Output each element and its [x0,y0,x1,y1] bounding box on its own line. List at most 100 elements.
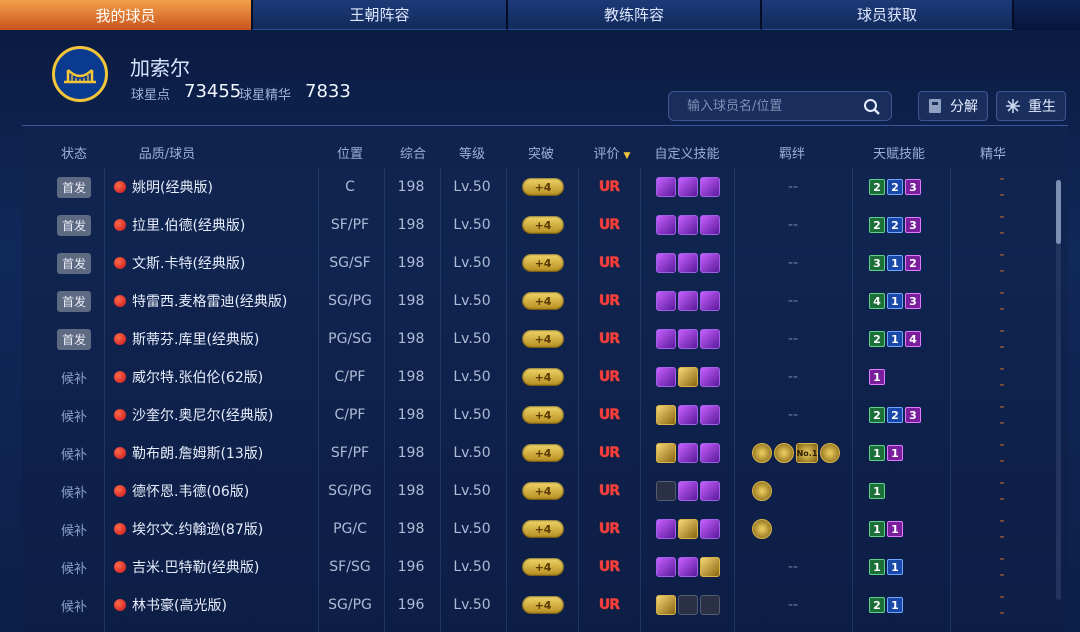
talent-level-badge[interactable]: 1 [869,369,885,385]
column-header-essence[interactable]: 精华 [980,143,1006,162]
skill-icon[interactable] [678,253,698,273]
talent-level-badge[interactable]: 2 [869,331,885,347]
bond-icon[interactable] [774,443,794,463]
player-name-cell[interactable]: 林书豪(高光版) [114,586,227,624]
empty-skill-slot-icon[interactable] [656,481,676,501]
tab-dynasty-lineup[interactable]: 王朝阵容 [253,0,508,30]
skill-icon[interactable] [656,291,676,311]
column-header-quality-player[interactable]: 品质/球员 [139,143,195,162]
table-row[interactable]: 候补 吉米.巴特勒(经典版) SF/SG 196 Lv.50 +4 UR -- 1 1 -- [0,548,1005,586]
column-header-rating[interactable]: 评价 ▼ [594,143,631,162]
talent-level-badge[interactable]: 3 [905,179,921,195]
table-row[interactable]: 首发 斯蒂芬.库里(经典版) PG/SG 198 Lv.50 +4 UR -- 2 1 4 -- [0,320,1005,358]
player-name-cell[interactable]: 姚明(经典版) [114,168,213,206]
skill-icon[interactable] [700,291,720,311]
player-name-cell[interactable]: 德怀恩.韦德(06版) [114,472,249,510]
skill-icon[interactable] [700,215,720,235]
talent-level-badge[interactable]: 1 [887,445,903,461]
empty-skill-slot-icon[interactable] [678,595,698,615]
column-header-status[interactable]: 状态 [61,143,87,162]
skill-icon[interactable] [678,215,698,235]
skill-icon[interactable] [656,177,676,197]
skill-icon[interactable] [656,519,676,539]
skill-icon[interactable] [656,405,676,425]
skill-icon[interactable] [678,177,698,197]
column-header-level[interactable]: 等级 [459,143,485,162]
bond-icon[interactable] [752,481,772,501]
skill-icon[interactable] [656,557,676,577]
skill-icon[interactable] [678,367,698,387]
bond-icon[interactable] [752,443,772,463]
player-name-cell[interactable]: 吉米.巴特勒(经典版) [114,548,259,586]
talent-level-badge[interactable]: 3 [905,407,921,423]
skill-icon[interactable] [700,367,720,387]
talent-level-badge[interactable]: 2 [887,217,903,233]
player-name-cell[interactable]: 拉里.伯德(经典版) [114,206,245,244]
table-row[interactable]: 候补 埃尔文.约翰逊(87版) PG/C 198 Lv.50 +4 UR 1 1 -- [0,510,1005,548]
talent-level-badge[interactable]: 1 [869,521,885,537]
table-row[interactable]: 首发 拉里.伯德(经典版) SF/PF 198 Lv.50 +4 UR -- 2 2 3 -- [0,206,1005,244]
skill-icon[interactable] [700,443,720,463]
talent-level-badge[interactable]: 1 [887,521,903,537]
talent-level-badge[interactable]: 1 [887,293,903,309]
column-header-bonds[interactable]: 羁绊 [779,143,805,162]
column-header-talent-skills[interactable]: 天赋技能 [873,143,925,162]
table-row[interactable]: 候补 林书豪(高光版) SG/PG 196 Lv.50 +4 UR -- 2 1 -- [0,586,1005,624]
bond-no1-icon[interactable]: No.1 [796,443,818,463]
column-header-overall[interactable]: 综合 [400,143,426,162]
table-row[interactable]: 首发 特雷西.麦格雷迪(经典版) SG/PG 198 Lv.50 +4 UR -- 4 1 3 -- [0,282,1005,320]
talent-level-badge[interactable]: 3 [905,217,921,233]
skill-icon[interactable] [700,253,720,273]
skill-icon[interactable] [678,481,698,501]
tab-coach-lineup[interactable]: 教练阵容 [508,0,762,30]
skill-icon[interactable] [700,329,720,349]
talent-level-badge[interactable]: 1 [869,559,885,575]
skill-icon[interactable] [656,443,676,463]
player-name-cell[interactable]: 特雷西.麦格雷迪(经典版) [114,282,287,320]
talent-level-badge[interactable]: 2 [869,597,885,613]
talent-level-badge[interactable]: 3 [869,255,885,271]
search-icon[interactable] [863,98,881,116]
table-row[interactable]: 候补 勒布朗.詹姆斯(13版) SF/PF 198 Lv.50 +4 UR No.1 1 1 -- [0,434,1005,472]
player-name-cell[interactable]: 沙奎尔.奥尼尔(经典版) [114,396,273,434]
skill-icon[interactable] [700,557,720,577]
player-name-cell[interactable]: 勒布朗.詹姆斯(13版) [114,434,263,472]
talent-level-badge[interactable]: 2 [887,407,903,423]
bond-icon[interactable] [820,443,840,463]
skill-icon[interactable] [656,253,676,273]
talent-level-badge[interactable]: 4 [869,293,885,309]
skill-icon[interactable] [678,405,698,425]
column-header-position[interactable]: 位置 [337,143,363,162]
talent-level-badge[interactable]: 1 [887,331,903,347]
table-row[interactable]: 首发 文斯.卡特(经典版) SG/SF 198 Lv.50 +4 UR -- 3 1 2 -- [0,244,1005,282]
skill-icon[interactable] [678,443,698,463]
table-row[interactable]: 候补 威尔特.张伯伦(62版) C/PF 198 Lv.50 +4 UR -- 1 -- [0,358,1005,396]
skill-icon[interactable] [678,519,698,539]
bond-icon[interactable] [752,519,772,539]
skill-icon[interactable] [700,405,720,425]
skill-icon[interactable] [678,557,698,577]
talent-level-badge[interactable]: 4 [905,331,921,347]
player-name-cell[interactable]: 埃尔文.约翰逊(87版) [114,510,263,548]
talent-level-badge[interactable]: 2 [869,217,885,233]
player-name-cell[interactable]: 文斯.卡特(经典版) [114,244,245,282]
talent-level-badge[interactable]: 1 [869,483,885,499]
split-button[interactable]: 分解 [918,91,988,121]
tab-my-players[interactable]: 我的球员 [0,0,253,30]
talent-level-badge[interactable]: 1 [887,559,903,575]
talent-level-badge[interactable]: 2 [869,179,885,195]
talent-level-badge[interactable]: 2 [887,179,903,195]
player-name-cell[interactable]: 威尔特.张伯伦(62版) [114,358,263,396]
table-row[interactable]: 首发 姚明(经典版) C 198 Lv.50 +4 UR -- 2 2 3 -- [0,168,1005,206]
talent-level-badge[interactable]: 1 [887,597,903,613]
column-header-breakthrough[interactable]: 突破 [528,143,554,162]
talent-level-badge[interactable]: 1 [869,445,885,461]
skill-icon[interactable] [678,291,698,311]
talent-level-badge[interactable]: 1 [887,255,903,271]
skill-icon[interactable] [700,481,720,501]
skill-icon[interactable] [700,519,720,539]
skill-icon[interactable] [700,177,720,197]
scrollbar-thumb[interactable] [1056,180,1061,244]
skill-icon[interactable] [656,595,676,615]
skill-icon[interactable] [678,329,698,349]
